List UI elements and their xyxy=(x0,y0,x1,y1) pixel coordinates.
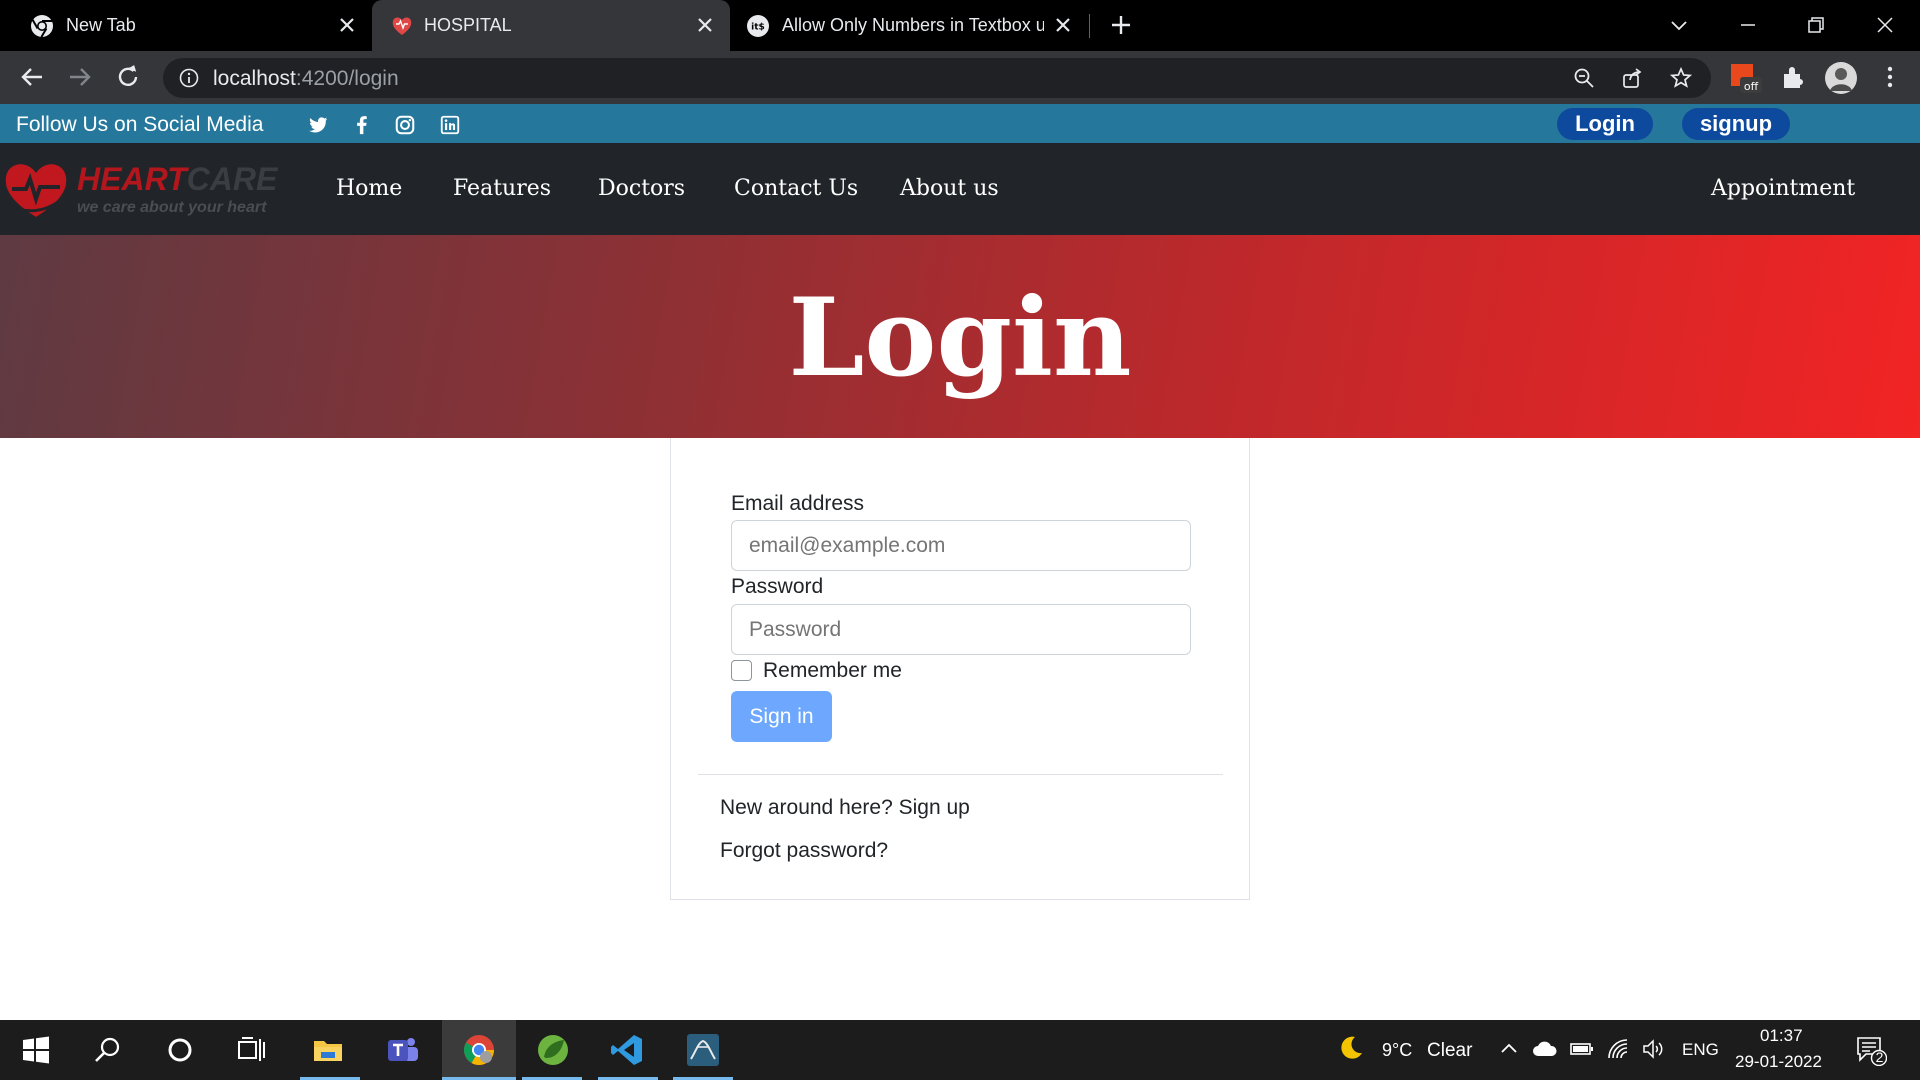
wifi-icon[interactable] xyxy=(1606,1037,1630,1061)
nav-features[interactable]: Features xyxy=(453,176,551,201)
spring-tools-icon[interactable] xyxy=(536,1033,570,1067)
signup-link[interactable]: New around here? Sign up xyxy=(720,796,970,820)
tab-hospital[interactable]: HOSPITAL xyxy=(372,0,730,51)
facebook-icon[interactable] xyxy=(351,114,373,136)
minimize-icon[interactable] xyxy=(1735,12,1761,38)
twitter-icon[interactable] xyxy=(307,114,329,136)
login-card: Email address Password Remember me Sign … xyxy=(670,438,1250,900)
svg-text:it$: it$ xyxy=(751,23,765,33)
clock-date[interactable]: 29-01-2022 xyxy=(1735,1052,1822,1072)
main-navbar: HEARTCARE we care about your heart Home … xyxy=(0,143,1920,235)
tab-new-tab[interactable]: New Tab xyxy=(0,0,370,51)
brand-name-heart: HEART xyxy=(77,161,187,197)
heart-icon xyxy=(392,17,412,35)
heart-logo-icon xyxy=(5,164,67,217)
weather-temp[interactable]: 9°C xyxy=(1382,1040,1412,1061)
svg-text:off: off xyxy=(1744,80,1759,93)
language-indicator[interactable]: ENG xyxy=(1682,1040,1719,1060)
topbar-login-button[interactable]: Login xyxy=(1557,108,1653,140)
remember-me-checkbox[interactable] xyxy=(731,660,752,681)
task-view-icon[interactable] xyxy=(235,1033,269,1067)
brand-tagline: we care about your heart xyxy=(77,199,267,216)
browser-tab-strip: New Tab HOSPITAL it$ Allow Only Numbers … xyxy=(0,0,1920,51)
cortana-icon[interactable] xyxy=(163,1033,197,1067)
tab-allow-numbers[interactable]: it$ Allow Only Numbers in Textbox u xyxy=(732,0,1090,51)
address-bar[interactable]: localhost:4200/login xyxy=(163,58,1711,98)
password-label: Password xyxy=(731,575,824,598)
tab-title: New Tab xyxy=(66,15,136,35)
teams-icon[interactable] xyxy=(386,1033,420,1067)
restore-icon[interactable] xyxy=(1803,12,1829,38)
battery-icon[interactable] xyxy=(1569,1038,1595,1060)
forgot-password-link[interactable]: Forgot password? xyxy=(720,839,888,863)
site-info-icon[interactable] xyxy=(179,68,199,88)
bookmark-star-icon[interactable] xyxy=(1669,66,1693,90)
extensions-puzzle-icon[interactable] xyxy=(1779,64,1807,92)
menu-dots-icon[interactable] xyxy=(1876,63,1904,91)
hero-banner: Login xyxy=(0,235,1920,438)
url-path: :4200/login xyxy=(295,67,399,90)
chevron-up-icon[interactable] xyxy=(1498,1038,1520,1060)
weather-condition[interactable]: Clear xyxy=(1427,1040,1472,1062)
profile-avatar[interactable] xyxy=(1824,61,1858,95)
vscode-icon[interactable] xyxy=(610,1033,644,1067)
coupon-extension-icon[interactable]: off xyxy=(1730,63,1762,95)
nav-home[interactable]: Home xyxy=(336,176,402,201)
chrome-icon xyxy=(31,15,53,38)
linkedin-icon[interactable] xyxy=(439,114,461,136)
follow-text: Follow Us on Social Media xyxy=(16,113,264,136)
nav-appointment[interactable]: Appointment xyxy=(1711,176,1855,201)
page-title: Login xyxy=(788,275,1132,401)
close-icon[interactable] xyxy=(694,14,716,36)
moon-weather-icon[interactable] xyxy=(1337,1034,1365,1062)
divider xyxy=(698,774,1223,775)
close-icon[interactable] xyxy=(1052,14,1074,36)
url-host: localhost xyxy=(213,67,296,90)
chrome-taskbar-icon[interactable] xyxy=(462,1033,496,1067)
topbar-signup-button[interactable]: signup xyxy=(1682,108,1790,140)
url-text: localhost:4200/login xyxy=(213,67,399,91)
window-close-icon[interactable] xyxy=(1872,12,1898,38)
new-tab-icon[interactable] xyxy=(1108,12,1134,38)
share-icon[interactable] xyxy=(1621,67,1643,89)
notification-count: 2 xyxy=(1875,1049,1884,1065)
windows-start-icon[interactable] xyxy=(19,1033,53,1067)
nav-about-us[interactable]: About us xyxy=(900,176,999,201)
search-icon[interactable] xyxy=(91,1033,125,1067)
tab-search-chevron-icon[interactable] xyxy=(1666,12,1692,38)
browser-toolbar: localhost:4200/login off xyxy=(0,51,1920,104)
instagram-icon[interactable] xyxy=(394,114,416,136)
brand-name-care: CARE xyxy=(186,161,278,197)
password-field[interactable] xyxy=(731,604,1191,655)
brand-name: HEARTCARE xyxy=(77,161,277,198)
remember-me-label: Remember me xyxy=(763,659,902,682)
zoom-icon[interactable] xyxy=(1573,67,1595,89)
social-topbar: Follow Us on Social Media Login signup xyxy=(0,104,1920,143)
brand-logo[interactable]: HEARTCARE we care about your heart xyxy=(0,155,277,225)
forward-icon[interactable] xyxy=(66,63,94,91)
sign-in-button[interactable]: Sign in xyxy=(731,691,832,742)
windows-taskbar: 9°C Clear ENG 01:37 29-01-2022 2 xyxy=(0,1020,1920,1080)
tab-separator xyxy=(1089,14,1090,38)
site-icon: it$ xyxy=(747,15,769,37)
back-icon[interactable] xyxy=(18,63,46,91)
volume-icon[interactable] xyxy=(1641,1037,1667,1061)
mysql-workbench-icon[interactable] xyxy=(686,1033,720,1067)
file-explorer-icon[interactable] xyxy=(311,1033,345,1067)
reload-icon[interactable] xyxy=(114,63,142,91)
clock-time[interactable]: 01:37 xyxy=(1760,1026,1803,1046)
tab-title: Allow Only Numbers in Textbox u xyxy=(782,15,1044,35)
email-label: Email address xyxy=(731,492,865,515)
close-icon[interactable] xyxy=(336,14,358,36)
email-field[interactable] xyxy=(731,520,1191,571)
tab-title: HOSPITAL xyxy=(424,15,512,35)
nav-doctors[interactable]: Doctors xyxy=(598,176,685,201)
nav-contact-us[interactable]: Contact Us xyxy=(734,176,858,201)
onedrive-cloud-icon[interactable] xyxy=(1532,1038,1558,1060)
